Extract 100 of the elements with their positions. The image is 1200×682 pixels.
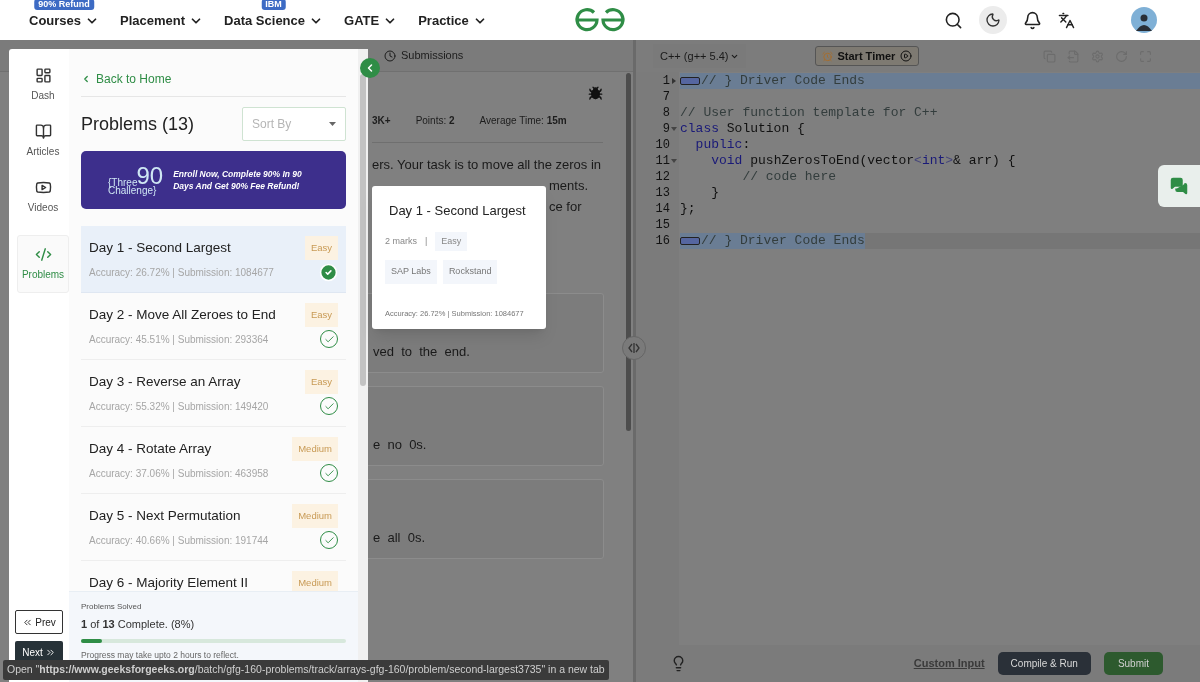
fold-arrow-icon[interactable] <box>672 78 676 84</box>
description-text: ers. Your task is to move all the zeros in <box>372 156 603 174</box>
difficulty-tag: Easy <box>304 236 338 261</box>
difficulty-tag: Easy <box>304 370 338 395</box>
banner-logo-text: Challenge} <box>108 186 158 196</box>
nav-menu[interactable]: Placement <box>120 11 204 31</box>
example-text: e all 0s. <box>373 528 426 547</box>
line-number: 10 <box>655 137 670 154</box>
tab[interactable]: Submissions <box>384 47 464 64</box>
banner-text: Enroll Now, Complete 90% In 90 Days And Get 90% Fee Refund! <box>173 168 303 192</box>
line-number: 1 <box>662 73 670 90</box>
caret-icon <box>329 122 336 126</box>
code-line: public: <box>694 136 751 155</box>
line-number: 13 <box>655 185 670 202</box>
code-line: // code here <box>741 168 837 187</box>
moon-icon <box>985 12 1001 28</box>
stat-text: Average Time: 15m <box>479 114 567 128</box>
code-line: void pushZerosToEnd(vector<int>& arr) { <box>710 152 1016 171</box>
problem-title: Day 6 - Majority Element II <box>89 574 249 591</box>
rail-tab[interactable]: Videos <box>17 179 69 215</box>
problem-title: Day 5 - Next Permutation <box>89 507 241 525</box>
avatar[interactable] <box>1131 7 1157 33</box>
fold-arrow-icon[interactable] <box>671 159 677 163</box>
translate-icon[interactable] <box>1058 11 1075 29</box>
scrollbar[interactable] <box>360 74 366 386</box>
difficulty-tag: Medium <box>292 437 338 462</box>
clock-icon <box>384 49 396 62</box>
line-number: 9 <box>662 121 670 138</box>
resize-handle[interactable] <box>622 336 646 360</box>
nav-menu[interactable]: Courses <box>29 11 100 31</box>
progress-summary: 1 of 13 Complete. (8%) <box>81 616 196 632</box>
difficulty-tag: Medium <box>292 504 338 529</box>
fold-arrow-icon[interactable] <box>671 127 677 131</box>
banner-logo-text: {Three <box>108 178 138 188</box>
chevron-left-icon <box>81 74 91 84</box>
dark-mode-button[interactable] <box>979 6 1007 34</box>
rail-tab[interactable]: Articles <box>17 123 69 159</box>
play-icon <box>34 179 52 196</box>
problem-stats: Accuracy: 55.32% | Submission: 149420 <box>89 399 269 414</box>
bell-icon[interactable] <box>1023 10 1042 30</box>
description-text: ments. <box>549 177 588 195</box>
difficulty-tag: Easy <box>435 231 468 251</box>
nav-badge: 90% Refund <box>34 0 94 11</box>
fold-marker[interactable] <box>680 237 700 245</box>
nav-menu[interactable]: Practice <box>418 11 487 31</box>
popover-title: Day 1 - Second Largest <box>388 202 527 220</box>
problem-title: Day 2 - Move All Zeroes to End <box>89 306 276 324</box>
problem-title: Day 3 - Reverse an Array <box>89 373 241 391</box>
line-number: 15 <box>655 217 670 234</box>
search-icon[interactable] <box>944 10 963 30</box>
nav-badge: IBM <box>261 0 286 11</box>
chat-button[interactable] <box>1158 165 1200 207</box>
prev-button[interactable]: Prev <box>15 610 63 634</box>
compile-run-button[interactable]: Compile & Run <box>997 652 1091 675</box>
next-button[interactable]: Next <box>15 641 63 663</box>
description-text: ce for <box>549 198 582 216</box>
separator: | <box>425 234 428 248</box>
nav-menu[interactable]: GATE <box>344 11 398 31</box>
problem-stats: Accuracy: 45.51% | Submission: 293364 <box>89 332 269 347</box>
stat-text: 3K+ <box>372 114 391 128</box>
progress-note: Progress may take upto 2 hours to reflect. <box>81 649 240 662</box>
company-tag: Rockstand <box>442 260 498 284</box>
scrollbar[interactable] <box>626 73 631 431</box>
problem-stats: Accuracy: 37.06% | Submission: 463958 <box>89 466 269 481</box>
marks-text: 2 marks <box>385 234 417 248</box>
start-timer-button[interactable]: Start Timer <box>814 46 920 66</box>
code-line: }; <box>680 200 696 219</box>
fold-marker[interactable] <box>680 77 700 85</box>
alarm-clock-icon <box>821 50 833 62</box>
resize-arrows-icon <box>628 343 640 353</box>
bug-icon[interactable] <box>588 86 603 101</box>
rail-tab[interactable]: Dash <box>17 67 69 103</box>
example-text: e no 0s. <box>373 435 427 454</box>
back-link[interactable]: Back to Home <box>81 70 172 96</box>
stat-text: Points: 2 <box>415 114 455 128</box>
line-number: 11 <box>655 153 670 170</box>
progress-label: Problems Solved <box>81 600 143 613</box>
code-icon <box>34 246 52 263</box>
code-line: } <box>710 184 719 203</box>
dashboard-icon <box>34 67 52 84</box>
code-line: // } Driver Code Ends <box>701 72 865 91</box>
problem-item[interactable]: Day 1 - Second Largest Easy Accuracy: 26.72% | Submission: 1084677 <box>81 226 346 293</box>
nav-menu[interactable]: Data Science <box>224 11 323 31</box>
code-line: // User function template for C++ <box>680 104 938 123</box>
line-number: 14 <box>655 201 670 218</box>
line-number: 7 <box>662 89 670 106</box>
code-line: // } Driver Code Ends <box>701 232 865 251</box>
problem-stats: Accuracy: 26.72% | Submission: 1084677 <box>89 266 274 281</box>
line-number: 12 <box>655 169 670 186</box>
problem-title: Day 4 - Rotate Array <box>89 440 212 458</box>
site-logo[interactable] <box>574 7 626 33</box>
rail-tab[interactable]: Problems <box>17 235 69 293</box>
company-tag: SAP Labs <box>385 260 437 284</box>
problem-title: Day 1 - Second Largest <box>89 239 231 257</box>
problem-stats: Accuracy: 40.66% | Submission: 191744 <box>89 533 269 548</box>
line-number: 16 <box>655 233 670 250</box>
book-icon <box>34 123 52 140</box>
collapse-button[interactable] <box>360 58 380 78</box>
submit-button[interactable]: Submit <box>1103 652 1163 675</box>
example-text: ved to the end. <box>373 342 470 361</box>
